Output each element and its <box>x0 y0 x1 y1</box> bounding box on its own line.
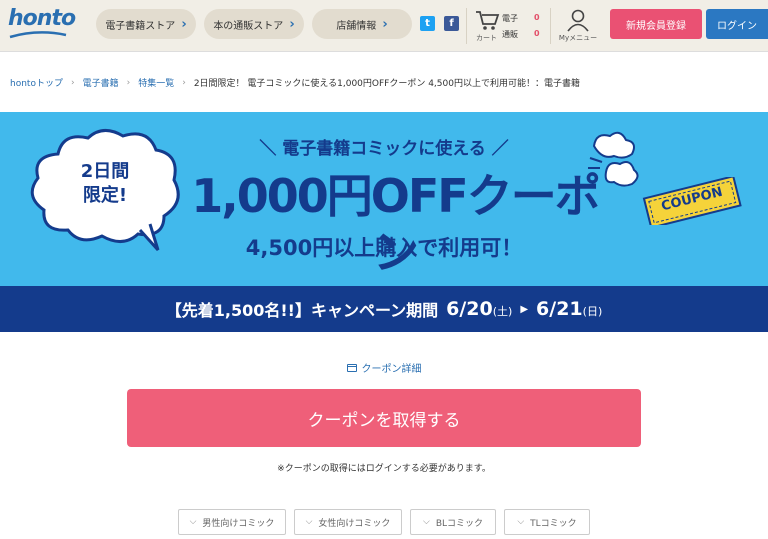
campaign-start-day: (土) <box>492 305 513 318</box>
category-womens-comic[interactable]: ⌵ 女性向けコミック <box>294 509 402 535</box>
get-coupon-button[interactable]: クーポンを取得する <box>127 389 641 447</box>
coupon-detail-link[interactable]: クーポン詳細 <box>0 360 768 375</box>
breadcrumb-separator-icon: › <box>126 77 131 88</box>
login-button[interactable]: ログイン <box>706 9 768 39</box>
site-header: honto 電子書籍ストア › 本の通販ストア › 店舗情報 › t f カート… <box>0 0 768 52</box>
category-mens-comic-label: 男性向けコミック <box>202 518 275 529</box>
limited-badge: 2日間 限定! <box>50 160 160 208</box>
chevron-down-icon: ⌵ <box>422 517 430 527</box>
logo-swoosh-icon <box>9 31 67 39</box>
campaign-period: 【先着1,500名!!】キャンペーン期間 6/20(土) ▶ 6/21(日) <box>0 286 768 332</box>
campaign-start-date: 6/20 <box>446 298 493 320</box>
limited-badge-line1: 2日間 <box>80 161 130 182</box>
nav-book-shop[interactable]: 本の通販ストア › <box>204 9 304 39</box>
divider <box>550 8 551 44</box>
category-mens-comic[interactable]: ⌵ 男性向けコミック <box>178 509 286 535</box>
mymenu-label: Myメニュー <box>558 34 598 42</box>
cart-shop-label: 通販 <box>502 30 518 39</box>
breadcrumb-features[interactable]: 特集一覧 <box>138 76 174 89</box>
coupon-detail-label: クーポン詳細 <box>361 364 422 375</box>
nav-ebook-store[interactable]: 電子書籍ストア › <box>96 9 196 39</box>
cart-icon <box>476 11 500 30</box>
cart-label: カート <box>476 34 497 42</box>
window-icon <box>346 363 357 372</box>
facebook-icon[interactable]: f <box>444 16 459 31</box>
chevron-right-icon: › <box>181 16 187 32</box>
nav-ebook-store-label: 電子書籍ストア <box>105 20 176 32</box>
user-icon <box>567 9 589 32</box>
campaign-end-date: 6/21 <box>536 298 583 320</box>
nav-book-shop-label: 本の通販ストア <box>213 20 284 32</box>
breadcrumb-ebooks[interactable]: 電子書籍 <box>83 76 119 89</box>
nav-store-info[interactable]: 店舗情報 › <box>312 9 412 39</box>
chevron-down-icon: ⌵ <box>517 517 525 527</box>
breadcrumb-current: 2日間限定！ 電子コミックに使える1,000円OFFクーポン 4,500円以上で… <box>193 79 580 89</box>
breadcrumb-home[interactable]: hontoトップ <box>10 76 63 89</box>
mymenu-button[interactable]: Myメニュー <box>555 6 601 46</box>
twitter-icon[interactable]: t <box>420 16 435 31</box>
category-bl-comic-label: BLコミック <box>435 518 484 529</box>
arrow-right-icon: ▶ <box>520 303 529 315</box>
chevron-right-icon: › <box>289 16 295 32</box>
campaign-end-day: (日) <box>582 305 603 318</box>
chevron-down-icon: ⌵ <box>305 517 313 527</box>
nav-store-info-label: 店舗情報 <box>336 20 377 32</box>
cart-shop-count: 0 <box>534 29 540 38</box>
smoke-puff-icon <box>588 131 639 187</box>
category-tl-comic-label: TLコミック <box>530 518 577 529</box>
login-notice: ※クーポンの取得にはログインする必要があります。 <box>277 464 491 474</box>
cart-button[interactable]: カート 電子 0 通販 0 <box>472 7 548 45</box>
breadcrumb-separator-icon: › <box>70 77 75 88</box>
banner-headline: 1,000円OFFクーポン <box>191 169 600 279</box>
cart-ebook-count: 0 <box>534 13 540 22</box>
category-bl-comic[interactable]: ⌵ BLコミック <box>410 509 496 535</box>
honto-logo[interactable]: honto <box>8 6 76 31</box>
chevron-right-icon: › <box>382 16 388 32</box>
campaign-period-label: 【先着1,500名!!】キャンペーン期間 <box>165 301 439 320</box>
category-womens-comic-label: 女性向けコミック <box>318 518 391 529</box>
cart-ebook-label: 電子 <box>502 14 518 23</box>
chevron-down-icon: ⌵ <box>189 517 197 527</box>
breadcrumb-separator-icon: › <box>182 77 186 88</box>
banner-subtitle: ＼ 電子書籍コミックに使える ／ <box>259 139 509 159</box>
category-tl-comic[interactable]: ⌵ TLコミック <box>504 509 590 535</box>
limited-badge-line2: 限定! <box>82 185 128 206</box>
banner-condition: 4,500円以上購入で利用可！ <box>245 236 523 260</box>
register-button[interactable]: 新規会員登録 <box>610 9 702 39</box>
breadcrumb: hontoトップ › 電子書籍 › 特集一覧 › 2日間限定！ 電子コミックに使… <box>10 76 580 90</box>
divider <box>466 8 467 44</box>
